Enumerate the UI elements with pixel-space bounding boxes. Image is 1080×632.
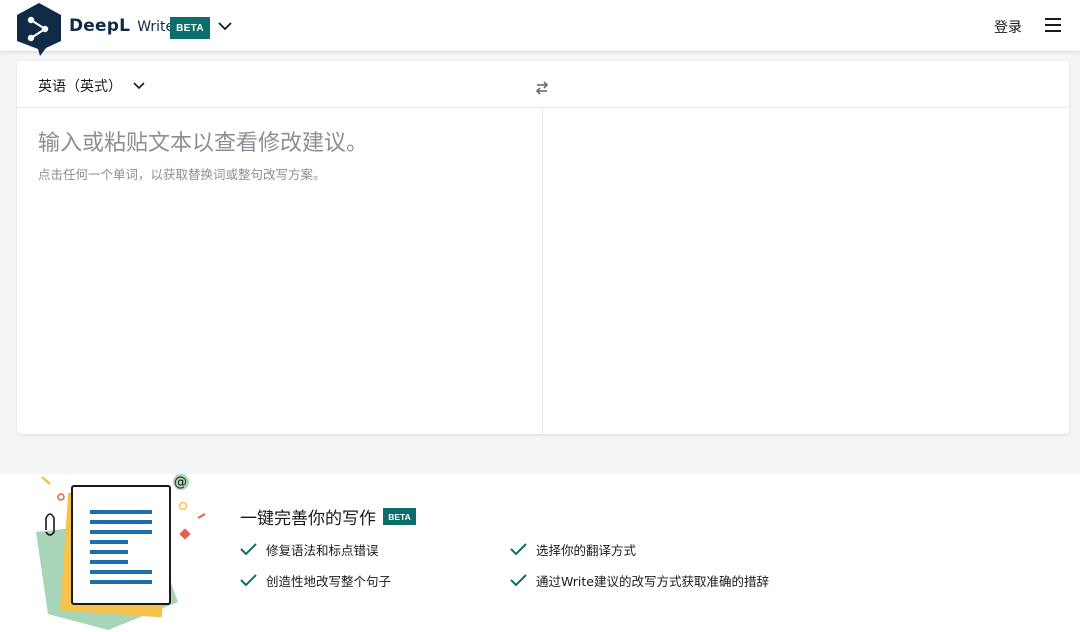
feature-item: 创造性地改写整个句子: [240, 571, 391, 590]
top-header: DeepL Write BETA 登录: [0, 0, 1080, 56]
promo-title: 一键完善你的写作: [240, 509, 376, 529]
brand-name: DeepL: [69, 16, 131, 36]
result-panel[interactable]: [543, 109, 1069, 434]
chevron-down-icon: [133, 82, 145, 90]
chevron-down-icon[interactable]: [217, 20, 233, 32]
promo-section: @ 一键完善你的写作 BETA 修复语法和标点错误 选择你的翻译方式 创造性地改…: [0, 474, 1080, 632]
check-icon: [510, 574, 527, 587]
feature-label: 创造性地改写整个句子: [266, 574, 392, 589]
input-hint: 点击任何一个单词，以获取替换词或整句改写方案。: [38, 167, 326, 182]
source-text-input[interactable]: 输入或粘贴文本以查看修改建议。 点击任何一个单词，以获取替换词或整句改写方案。: [38, 128, 528, 183]
check-icon: [240, 543, 257, 556]
editor-toolbar: 英语（英式）: [17, 61, 1069, 108]
feature-label: 通过Write建议的改写方式获取准确的措辞: [536, 574, 770, 589]
login-link[interactable]: 登录: [994, 17, 1022, 37]
brand-sub: Write: [137, 19, 175, 35]
brand[interactable]: DeepL Write: [69, 16, 174, 36]
language-selector[interactable]: 英语（英式）: [38, 76, 146, 96]
feature-item: 修复语法和标点错误: [240, 540, 379, 559]
check-icon: [240, 574, 257, 587]
language-label: 英语（英式）: [38, 79, 122, 95]
deepl-logo-icon[interactable]: [16, 2, 62, 56]
feature-item: 通过Write建议的改写方式获取准确的措辞: [510, 571, 769, 590]
promo-beta-badge: BETA: [383, 508, 416, 525]
beta-badge: BETA: [170, 17, 210, 39]
swap-arrows-icon[interactable]: [535, 81, 549, 95]
promo-title-row: 一键完善你的写作 BETA: [240, 504, 416, 529]
check-icon: [510, 543, 527, 556]
writing-document-illustration: @: [36, 474, 206, 630]
editor-card: 英语（英式） 输入或粘贴文本以查看修改建议。 点击任何一个单词，以获取替换词或整…: [17, 61, 1069, 434]
feature-label: 修复语法和标点错误: [266, 543, 379, 558]
input-placeholder: 输入或粘贴文本以查看修改建议。: [38, 131, 369, 156]
feature-item: 选择你的翻译方式: [510, 540, 636, 559]
svg-text:@: @: [174, 475, 187, 490]
hamburger-menu-icon[interactable]: [1044, 17, 1062, 33]
feature-label: 选择你的翻译方式: [536, 543, 637, 558]
